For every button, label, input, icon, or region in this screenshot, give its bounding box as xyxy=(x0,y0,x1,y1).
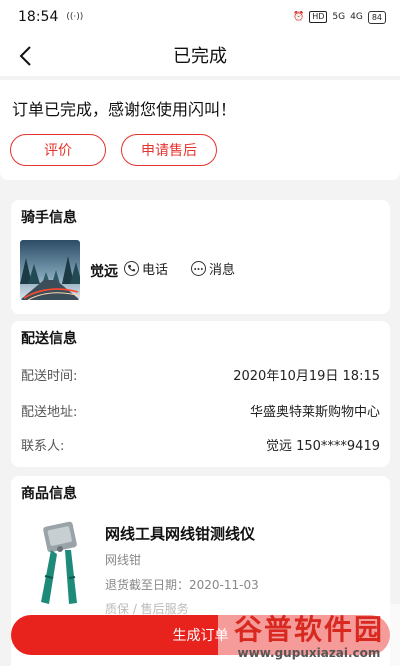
avatar xyxy=(20,240,80,300)
call-button[interactable]: 电话 xyxy=(124,259,168,278)
product-image xyxy=(25,516,99,608)
status-time: 18:54 xyxy=(18,9,59,25)
hd-badge: HD xyxy=(309,11,328,23)
delivery-address-label: 配送地址: xyxy=(21,405,78,420)
after-sale-button[interactable]: 申请售后 xyxy=(121,134,217,166)
message-label: 消息 xyxy=(209,263,236,278)
rider-card: 骑手信息 觉远 电话 消息 xyxy=(11,200,390,314)
delivery-card: 配送信息 配送时间: 2020年10月19日 18:15 配送地址: 华盛奥特莱… xyxy=(11,321,390,467)
page-title: 已完成 xyxy=(173,46,227,67)
phone-icon xyxy=(124,261,139,276)
nav-bar: 已完成 xyxy=(0,34,400,76)
call-label: 电话 xyxy=(142,263,169,278)
delivery-time-label: 配送时间: xyxy=(21,369,78,384)
delivery-address-value: 华盛奥特莱斯购物中心 xyxy=(249,405,380,420)
rider-section-title: 骑手信息 xyxy=(21,210,77,226)
chat-icon xyxy=(191,261,206,276)
signal-5g-icon: 5G xyxy=(332,12,346,22)
back-button[interactable] xyxy=(12,43,38,69)
contact-label: 联系人: xyxy=(21,439,65,454)
goods-section-title: 商品信息 xyxy=(21,486,77,502)
signal-4g-icon: 4G xyxy=(350,12,363,22)
watermark-url: www.gupuxiazai.com xyxy=(237,646,381,660)
order-done-card: 订单已完成，感谢您使用闪叫！ 评价 申请售后 xyxy=(0,80,400,180)
product-name: 网线工具网线钳测线仪 xyxy=(105,525,256,543)
rate-button[interactable]: 评价 xyxy=(10,134,106,166)
alarm-icon: ⏰ xyxy=(293,12,305,22)
order-done-message: 订单已完成，感谢您使用闪叫！ xyxy=(12,100,237,119)
contact-value: 觉远 150****9419 xyxy=(265,439,380,454)
return-deadline: 退货截至日期：2020-11-03 xyxy=(105,578,259,592)
watermark: 谷普软件园 www.gupuxiazai.com xyxy=(218,604,400,666)
delivery-time-value: 2020年10月19日 18:15 xyxy=(233,369,380,384)
battery-icon: 84 xyxy=(367,10,386,24)
rider-name: 觉远 xyxy=(90,264,118,280)
hotspot-icon: ((·)) xyxy=(66,12,84,22)
status-icons: ⏰ HD 5G 4G 84 xyxy=(293,10,386,24)
watermark-text: 谷普软件园 xyxy=(233,613,384,646)
product-subtitle: 网线钳 xyxy=(105,553,142,567)
message-button[interactable]: 消息 xyxy=(191,259,235,278)
delivery-section-title: 配送信息 xyxy=(21,331,77,347)
status-bar: 18:54 ((·)) ⏰ HD 5G 4G 84 xyxy=(0,0,400,34)
chevron-left-icon xyxy=(19,46,31,66)
